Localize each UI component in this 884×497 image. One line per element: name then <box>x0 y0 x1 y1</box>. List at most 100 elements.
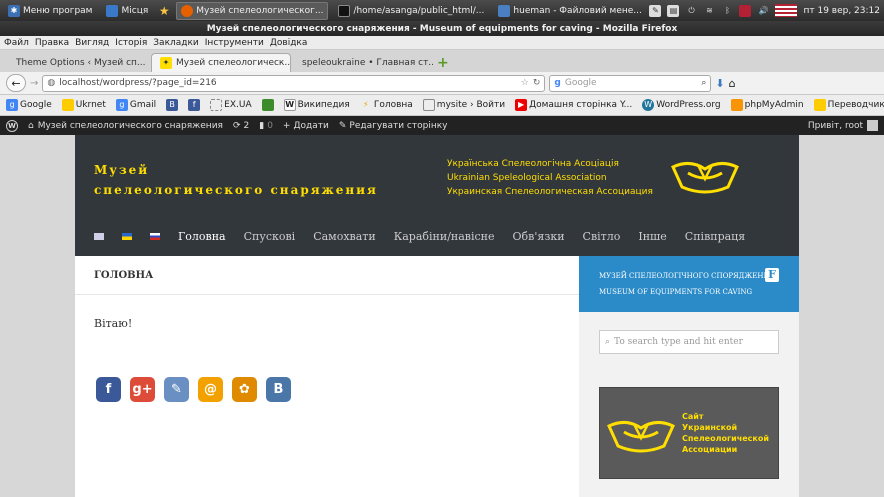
bluetooth-icon[interactable]: ᛒ <box>721 5 733 17</box>
house-icon: ⌂ <box>28 120 34 131</box>
site-title[interactable]: Музей спелеологического снаряжения <box>94 160 378 200</box>
nav-descenders[interactable]: Спускові <box>244 230 296 243</box>
admin-comments-link[interactable]: ▮ 0 <box>259 121 273 131</box>
menu-tools[interactable]: Інструменти <box>205 38 264 48</box>
admin-updates-link[interactable]: ⟳ 2 <box>233 121 249 131</box>
tab-museum[interactable]: ✦ Музей спелеологическ... ✕ <box>151 53 291 72</box>
wifi-icon[interactable]: ≋ <box>703 5 715 17</box>
phpmyadmin-favicon-icon <box>730 99 743 111</box>
sidebar: Музей спелеологічного спорядження Museum… <box>579 256 799 497</box>
menu-edit[interactable]: Правка <box>35 38 69 48</box>
share-googleplus-icon[interactable]: g+ <box>130 377 155 402</box>
main-content: ГОЛОВНА Вітаю! f g+ ✎ @ ✿ B <box>75 256 579 497</box>
association-logo-icon <box>607 421 675 453</box>
bookmark-star-icon[interactable]: ☆ <box>521 78 529 88</box>
apps-menu-button[interactable]: ✱ Меню програм <box>4 2 96 20</box>
notes-icon[interactable]: ✎ <box>649 4 662 17</box>
nav-carabiners[interactable]: Карабіни/навісне <box>394 230 495 243</box>
bookmark-wordpress[interactable]: W WordPress.org <box>642 99 721 111</box>
bookmark-gmail[interactable]: g Gmail <box>115 99 156 111</box>
bookmark-phpmyadmin[interactable]: phpMyAdmin <box>730 99 804 111</box>
ukrainian-flag-icon[interactable] <box>122 233 132 240</box>
admin-account-link[interactable]: Привіт, root <box>808 120 878 131</box>
share-vkontakte-icon[interactable]: B <box>266 377 291 402</box>
places-button[interactable]: Місця <box>102 2 152 20</box>
task-terminal[interactable]: /home/asanga/public_html/... <box>334 2 488 20</box>
bookmark-translator[interactable]: Переводчик <box>813 99 884 111</box>
bookmark-google[interactable]: g Google <box>6 99 52 111</box>
bookmark-youtube[interactable]: ▶ Домашня сторінка Y... <box>515 99 632 111</box>
admin-site-link[interactable]: ⌂ Музей спелеологического снаряжения <box>28 121 223 131</box>
nav-cooperation[interactable]: Співпраця <box>685 230 745 243</box>
window-title: Музей спелеологического снаряжения - Mus… <box>206 23 678 34</box>
bookmark-green[interactable] <box>261 99 274 111</box>
bookmark-exua[interactable]: EX.UA <box>210 99 252 111</box>
share-mailru-icon[interactable]: @ <box>198 377 223 402</box>
tab-speleoukraine[interactable]: speleoukraine • Главная ст... <box>294 53 434 72</box>
clock[interactable]: пт 19 вер, 23:12 <box>803 6 880 16</box>
comment-icon: ▮ <box>259 120 265 131</box>
globe-icon: ◍ <box>47 78 56 88</box>
reload-icon[interactable]: ↻ <box>533 78 541 88</box>
b-favicon-icon: B <box>166 99 179 111</box>
page-viewport: Музей спелеологического снаряжения Украї… <box>0 135 884 497</box>
bookmark-facebook[interactable]: f <box>188 99 201 111</box>
bookmark-home[interactable]: ⚡ Головна <box>360 99 413 111</box>
blank-page-favicon-icon <box>422 99 435 111</box>
youtube-favicon-icon: ▶ <box>515 99 528 111</box>
menu-file[interactable]: Файл <box>4 38 29 48</box>
power-icon[interactable]: ⏻ <box>685 5 697 17</box>
download-icon[interactable]: ⬇ <box>715 77 724 90</box>
wordpress-logo-icon[interactable]: W <box>6 119 18 132</box>
site-header: Музей спелеологического снаряжения Украї… <box>75 135 799 256</box>
new-tab-button[interactable]: + <box>437 53 449 72</box>
star-icon[interactable]: ★ <box>158 5 170 17</box>
admin-add-link[interactable]: + Додати <box>283 121 329 131</box>
nav-other[interactable]: Інше <box>638 230 666 243</box>
forward-icon[interactable]: → <box>30 78 38 89</box>
gmail-favicon-icon: g <box>115 99 128 111</box>
search-input[interactable]: Google <box>565 78 597 88</box>
green-favicon-icon <box>261 99 274 111</box>
bookmark-blue[interactable]: B <box>166 99 179 111</box>
sidebar-search-input[interactable]: ⌕ To search type and hit enter <box>599 330 779 354</box>
search-icon[interactable]: ⌕ <box>701 78 706 88</box>
lightning-favicon-icon: ⚡ <box>363 100 369 109</box>
facebook-icon[interactable]: f <box>765 268 779 282</box>
nav-harnesses[interactable]: Обв'язки <box>513 230 565 243</box>
nav-ascenders[interactable]: Самохвати <box>313 230 376 243</box>
tab-bar: Theme Options ‹ Музей сп... ✦ Музей спел… <box>0 50 884 72</box>
menu-view[interactable]: Вигляд <box>75 38 109 48</box>
menu-help[interactable]: Довідка <box>270 38 308 48</box>
association-banner[interactable]: Сайт Украинской Спелеологической Ассоциа… <box>599 387 779 479</box>
task-file-manager[interactable]: hueman - Файловий мене... <box>494 2 645 20</box>
bookmark-wikipedia[interactable]: W Википедия <box>283 99 350 111</box>
share-odnoklassniki-icon[interactable]: ✿ <box>232 377 257 402</box>
menu-bookmarks[interactable]: Закладки <box>153 38 199 48</box>
tab-theme-options[interactable]: Theme Options ‹ Музей сп... <box>8 53 148 72</box>
task-firefox[interactable]: Музей спелеологическог... <box>176 1 329 20</box>
share-facebook-icon[interactable]: f <box>96 377 121 402</box>
clipboard-icon[interactable]: ▤ <box>667 4 680 17</box>
url-bar[interactable]: ◍ localhost/wordpress/?page_id=216 ☆ ↻ <box>42 74 546 92</box>
home-icon[interactable]: ⌂ <box>729 77 736 90</box>
url-text[interactable]: localhost/wordpress/?page_id=216 <box>59 78 216 88</box>
language-flag-icon[interactable] <box>775 4 798 17</box>
english-flag-icon[interactable] <box>94 233 104 240</box>
menu-history[interactable]: Історія <box>115 38 147 48</box>
site-container: Музей спелеологического снаряжения Украї… <box>75 135 799 497</box>
plus-icon: + <box>282 120 291 131</box>
navigation-bar: ← → ◍ localhost/wordpress/?page_id=216 ☆… <box>0 72 884 95</box>
nav-home[interactable]: Головна <box>178 230 226 243</box>
admin-edit-page-link[interactable]: ✎ Редагувати сторінку <box>339 121 448 131</box>
volume-icon[interactable]: 🔊 <box>757 5 769 17</box>
nav-lights[interactable]: Світло <box>583 230 621 243</box>
bookmark-ukrnet[interactable]: Ukrnet <box>61 99 106 111</box>
share-livejournal-icon[interactable]: ✎ <box>164 377 189 402</box>
updates-icon: ⟳ <box>232 120 241 131</box>
russian-flag-icon[interactable] <box>150 233 160 240</box>
bookmark-mysite[interactable]: mysite › Войти <box>422 99 505 111</box>
keyboard-flag-icon[interactable] <box>739 4 752 17</box>
back-icon[interactable]: ← <box>6 74 26 92</box>
search-bar[interactable]: g Google ⌕ <box>549 74 712 92</box>
